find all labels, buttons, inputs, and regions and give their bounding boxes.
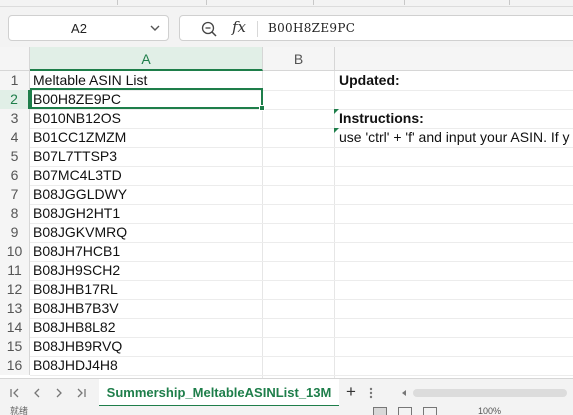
status-text: 就绪	[10, 406, 29, 415]
cell-a13[interactable]: B08JHB7B3V	[30, 299, 262, 318]
cell-a15[interactable]: B08JHB9RVQ	[30, 337, 262, 356]
ribbon-separator	[509, 0, 510, 5]
row-header[interactable]: 6	[0, 166, 30, 185]
horizontal-scrollbar[interactable]	[413, 389, 567, 397]
formula-bar: A2 fx B00H8ZE9PC	[0, 7, 573, 47]
table-row: 12 B08JHB17RL	[0, 280, 573, 299]
zoom-icon[interactable]	[200, 20, 218, 38]
table-row: 14 B08JHB8L82	[0, 318, 573, 337]
table-row: 13 B08JHB7B3V	[0, 299, 573, 318]
table-row: 4 B01CC1ZMZM use 'ctrl' + 'f' and input …	[0, 128, 573, 147]
table-row: 3 B010NB12OS Instructions:	[0, 109, 573, 128]
page-layout-view-icon[interactable]	[398, 407, 412, 415]
comment-indicator[interactable]	[334, 109, 339, 114]
row-header[interactable]: 5	[0, 147, 30, 166]
spreadsheet-grid[interactable]: A B 1 Meltable ASIN List Updated: 2 B00H…	[0, 47, 573, 378]
last-sheet-icon[interactable]	[74, 385, 88, 401]
cell-a4[interactable]: B01CC1ZMZM	[30, 128, 262, 147]
first-sheet-icon[interactable]	[8, 385, 22, 401]
row-header[interactable]: 2	[0, 90, 30, 109]
cell-a11[interactable]: B08JH9SCH2	[30, 261, 262, 280]
row-header[interactable]: 15	[0, 337, 30, 356]
row-header[interactable]: 14	[0, 318, 30, 337]
page-break-view-icon[interactable]	[423, 407, 437, 415]
cell-reference: A2	[71, 21, 87, 36]
ribbon-separator	[313, 0, 314, 5]
table-row: 16 B08JHDJ4H8	[0, 356, 573, 375]
row-header[interactable]: 10	[0, 242, 30, 261]
column-header-c[interactable]	[335, 47, 573, 71]
ribbon-separator	[117, 0, 118, 5]
row-header[interactable]: 12	[0, 280, 30, 299]
column-header-a[interactable]: A	[30, 47, 263, 71]
more-options-icon[interactable]	[366, 385, 376, 401]
cell-a6[interactable]: B07MC4L3TD	[30, 166, 262, 185]
cell-a9[interactable]: B08JGKVMRQ	[30, 223, 262, 242]
ribbon-separator	[404, 0, 405, 5]
cell-a8[interactable]: B08JGH2HT1	[30, 204, 262, 223]
column-header-b[interactable]: B	[263, 47, 335, 71]
table-row: 8 B08JGH2HT1	[0, 204, 573, 223]
cell-c1[interactable]: Updated:	[336, 71, 573, 90]
normal-view-icon[interactable]	[373, 407, 387, 415]
cell-a14[interactable]: B08JHB8L82	[30, 318, 262, 337]
row-header[interactable]: 9	[0, 223, 30, 242]
table-row: 10 B08JH7HCB1	[0, 242, 573, 261]
column-header-bar: A B	[0, 47, 573, 71]
row-header[interactable]: 16	[0, 356, 30, 375]
row-header[interactable]: 8	[0, 204, 30, 223]
fill-handle[interactable]	[259, 105, 265, 111]
cell-c3[interactable]: Instructions:	[336, 109, 573, 128]
row-header[interactable]: 1	[0, 71, 30, 90]
status-bar: 就绪 100%	[0, 406, 573, 415]
cell-a5[interactable]: B07L7TTSP3	[30, 147, 262, 166]
table-row: 6 B07MC4L3TD	[0, 166, 573, 185]
zoom-level[interactable]: 100%	[478, 407, 501, 415]
formula-divider	[257, 21, 258, 37]
ribbon-separator	[206, 0, 207, 5]
table-row: 5 B07L7TTSP3	[0, 147, 573, 166]
cell-a7[interactable]: B08JGGLDWY	[30, 185, 262, 204]
formula-value[interactable]: B00H8ZE9PC	[268, 21, 355, 35]
cell-a12[interactable]: B08JHB17RL	[30, 280, 262, 299]
scroll-left-icon[interactable]	[399, 385, 409, 401]
row-header[interactable]: 3	[0, 109, 30, 128]
table-row: 15 B08JHB9RVQ	[0, 337, 573, 356]
gridline	[30, 375, 573, 376]
active-cell-selection	[30, 88, 263, 109]
sheet-tab-active[interactable]: Summership_MeltableASINList_13M	[99, 379, 339, 407]
add-sheet-icon[interactable]: +	[343, 383, 359, 400]
table-row: 11 B08JH9SCH2	[0, 261, 573, 280]
comment-indicator[interactable]	[334, 128, 339, 133]
ribbon-edge	[0, 0, 573, 7]
select-all-corner[interactable]	[0, 47, 30, 71]
row-header[interactable]: 7	[0, 185, 30, 204]
cell-a3[interactable]: B010NB12OS	[30, 109, 262, 128]
cell-c4[interactable]: use 'ctrl' + 'f' and input your ASIN. If…	[336, 128, 573, 147]
cell-a10[interactable]: B08JH7HCB1	[30, 242, 262, 261]
fx-icon[interactable]: fx	[232, 18, 246, 36]
chevron-down-icon[interactable]	[148, 19, 162, 37]
row-header[interactable]: 11	[0, 261, 30, 280]
prev-sheet-icon[interactable]	[30, 385, 44, 401]
next-sheet-icon[interactable]	[52, 385, 66, 401]
row-header[interactable]: 13	[0, 299, 30, 318]
formula-input[interactable]: fx B00H8ZE9PC	[179, 15, 573, 41]
cell-c2[interactable]	[336, 90, 573, 109]
cell-a16[interactable]: B08JHDJ4H8	[30, 356, 262, 375]
table-row: 7 B08JGGLDWY	[0, 185, 573, 204]
table-row: 9 B08JGKVMRQ	[0, 223, 573, 242]
row-header[interactable]: 4	[0, 128, 30, 147]
name-box[interactable]: A2	[8, 15, 169, 41]
sheet-tab-bar: Summership_MeltableASINList_13M +	[0, 378, 573, 407]
